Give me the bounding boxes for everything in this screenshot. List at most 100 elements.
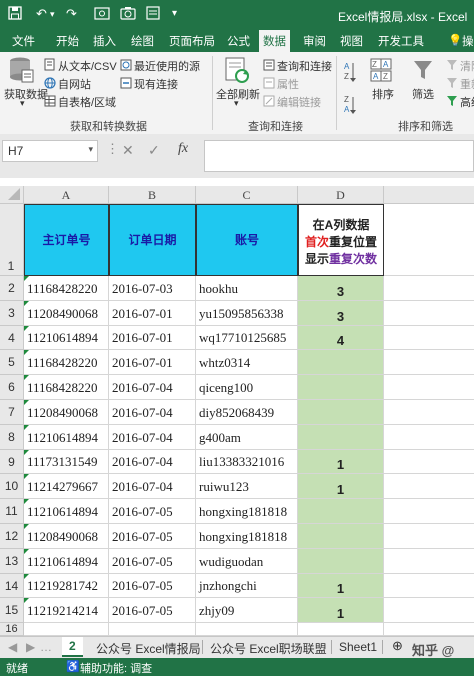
account-cell[interactable]: diy852068439 — [196, 400, 298, 425]
header-cell-account[interactable]: 账号 — [196, 204, 298, 276]
get-data-dropdown-icon[interactable]: ▾ — [20, 98, 25, 109]
order-number-cell[interactable]: 11219281742 — [24, 574, 109, 598]
redo-icon[interactable]: ↷ — [66, 6, 77, 22]
get-data-button[interactable]: 获取数据 — [4, 86, 48, 102]
save-icon[interactable] — [8, 6, 22, 23]
sheet-tab-2[interactable]: 2 — [62, 637, 83, 657]
scroll-left-icon[interactable]: ◀ — [8, 640, 17, 654]
properties-button[interactable]: 属性 — [277, 76, 299, 92]
sort-za-icon[interactable]: ZA — [342, 94, 356, 121]
header-cell-order-no[interactable]: 主订单号 — [24, 204, 109, 276]
column-header-c[interactable]: C — [196, 186, 298, 204]
order-date-cell[interactable]: 2016-07-05 — [109, 549, 196, 574]
order-date-cell[interactable]: 2016-07-05 — [109, 574, 196, 598]
order-number-cell[interactable]: 11208490068 — [24, 301, 109, 326]
empty-cell[interactable] — [298, 623, 384, 636]
undo-dropdown-icon[interactable]: ▾ — [50, 9, 55, 20]
form-icon[interactable] — [146, 6, 160, 23]
order-date-cell[interactable]: 2016-07-01 — [109, 326, 196, 350]
scroll-right-icon[interactable]: ▶ — [26, 640, 35, 654]
duplicate-count-cell[interactable]: 1 — [298, 450, 384, 474]
row-header[interactable]: 5 — [0, 350, 24, 375]
duplicate-count-cell[interactable]: 1 — [298, 474, 384, 499]
undo-icon[interactable]: ↶ — [36, 6, 47, 22]
add-sheet-icon[interactable]: ⊕ — [392, 638, 403, 654]
refresh-dropdown-icon[interactable]: ▾ — [234, 98, 239, 109]
tab-search-icon[interactable]: 💡 — [448, 33, 462, 47]
account-cell[interactable]: whtz0314 — [196, 350, 298, 375]
duplicate-count-cell[interactable] — [298, 549, 384, 574]
empty-cell[interactable] — [384, 474, 474, 499]
order-date-cell[interactable]: 2016-07-01 — [109, 301, 196, 326]
tab-data[interactable]: 数据 — [259, 30, 290, 52]
empty-cell[interactable] — [384, 276, 474, 301]
from-table-range-button[interactable]: 自表格/区域 — [58, 94, 116, 110]
header-cell-duplicate-info[interactable]: 在A列数据 首次重复位置 显示重复次数 — [298, 204, 384, 276]
empty-cell[interactable] — [196, 623, 298, 636]
account-cell[interactable]: hongxing181818 — [196, 499, 298, 524]
order-date-cell[interactable]: 2016-07-01 — [109, 350, 196, 375]
order-number-cell[interactable]: 11210614894 — [24, 499, 109, 524]
row-header[interactable]: 13 — [0, 549, 24, 574]
order-date-cell[interactable]: 2016-07-04 — [109, 474, 196, 499]
row-header[interactable]: 8 — [0, 425, 24, 450]
order-number-cell[interactable]: 11208490068 — [24, 524, 109, 549]
empty-cell[interactable] — [24, 623, 109, 636]
queries-connections-button[interactable]: 查询和连接 — [277, 58, 332, 74]
order-date-cell[interactable]: 2016-07-05 — [109, 524, 196, 549]
order-number-cell[interactable]: 11210614894 — [24, 326, 109, 350]
row-header[interactable]: 1 — [0, 204, 24, 276]
order-number-cell[interactable]: 11168428220 — [24, 350, 109, 375]
order-date-cell[interactable]: 2016-07-04 — [109, 425, 196, 450]
duplicate-count-cell[interactable] — [298, 400, 384, 425]
order-number-cell[interactable]: 11214279667 — [24, 474, 109, 499]
empty-cell[interactable] — [384, 425, 474, 450]
row-header[interactable]: 10 — [0, 474, 24, 499]
tab-page-layout[interactable]: 页面布局 — [169, 33, 215, 49]
empty-cell[interactable] — [384, 400, 474, 425]
account-cell[interactable]: g400am — [196, 425, 298, 450]
duplicate-count-cell[interactable] — [298, 425, 384, 450]
account-cell[interactable]: zhjy09 — [196, 598, 298, 623]
sort-button[interactable]: 排序 — [372, 86, 394, 102]
account-cell[interactable]: wq17710125685 — [196, 326, 298, 350]
row-header[interactable]: 3 — [0, 301, 24, 326]
duplicate-count-cell[interactable]: 3 — [298, 301, 384, 326]
order-date-cell[interactable]: 2016-07-03 — [109, 276, 196, 301]
order-number-cell[interactable]: 11210614894 — [24, 425, 109, 450]
account-cell[interactable]: wudiguodan — [196, 549, 298, 574]
sort-az-icon[interactable]: AZ — [342, 60, 356, 89]
account-cell[interactable]: yu15095856338 — [196, 301, 298, 326]
empty-cell[interactable] — [109, 623, 196, 636]
row-header[interactable]: 15 — [0, 598, 24, 623]
tab-home[interactable]: 开始 — [56, 33, 79, 49]
duplicate-count-cell[interactable]: 1 — [298, 598, 384, 623]
empty-cell[interactable] — [384, 204, 474, 276]
tab-insert[interactable]: 插入 — [93, 33, 116, 49]
recent-sources-button[interactable]: 最近使用的源 — [134, 58, 200, 74]
empty-cell[interactable] — [384, 574, 474, 598]
advanced-button[interactable]: 高级 — [460, 94, 474, 110]
duplicate-count-cell[interactable]: 3 — [298, 276, 384, 301]
row-header[interactable]: 2 — [0, 276, 24, 301]
existing-connections-button[interactable]: 现有连接 — [134, 76, 178, 92]
sheet-tab-sheet1[interactable]: Sheet1 — [339, 640, 377, 654]
column-header-a[interactable]: A — [24, 186, 109, 204]
empty-cell[interactable] — [384, 326, 474, 350]
row-header[interactable]: 11 — [0, 499, 24, 524]
reapply-button[interactable]: 重新 — [460, 76, 474, 92]
account-cell[interactable]: liu13383321016 — [196, 450, 298, 474]
more-sheets-icon[interactable]: … — [40, 640, 52, 654]
accessibility-status[interactable]: 辅助功能: 调查 — [80, 660, 152, 676]
empty-cell[interactable] — [384, 598, 474, 623]
tab-draw[interactable]: 绘图 — [131, 33, 154, 49]
empty-cell[interactable] — [384, 524, 474, 549]
tab-tell-me[interactable]: 操 — [462, 33, 474, 49]
order-date-cell[interactable]: 2016-07-04 — [109, 400, 196, 425]
account-cell[interactable]: hongxing181818 — [196, 524, 298, 549]
account-cell[interactable]: hookhu — [196, 276, 298, 301]
accessibility-icon[interactable]: ♿ — [66, 660, 80, 673]
clear-button[interactable]: 清除 — [460, 58, 474, 74]
column-header-d[interactable]: D — [298, 186, 384, 204]
worksheet-grid[interactable]: A B C D 1 主订单号 订单日期 账号 在A列数据 首次重复位置 显示重复… — [0, 178, 474, 636]
